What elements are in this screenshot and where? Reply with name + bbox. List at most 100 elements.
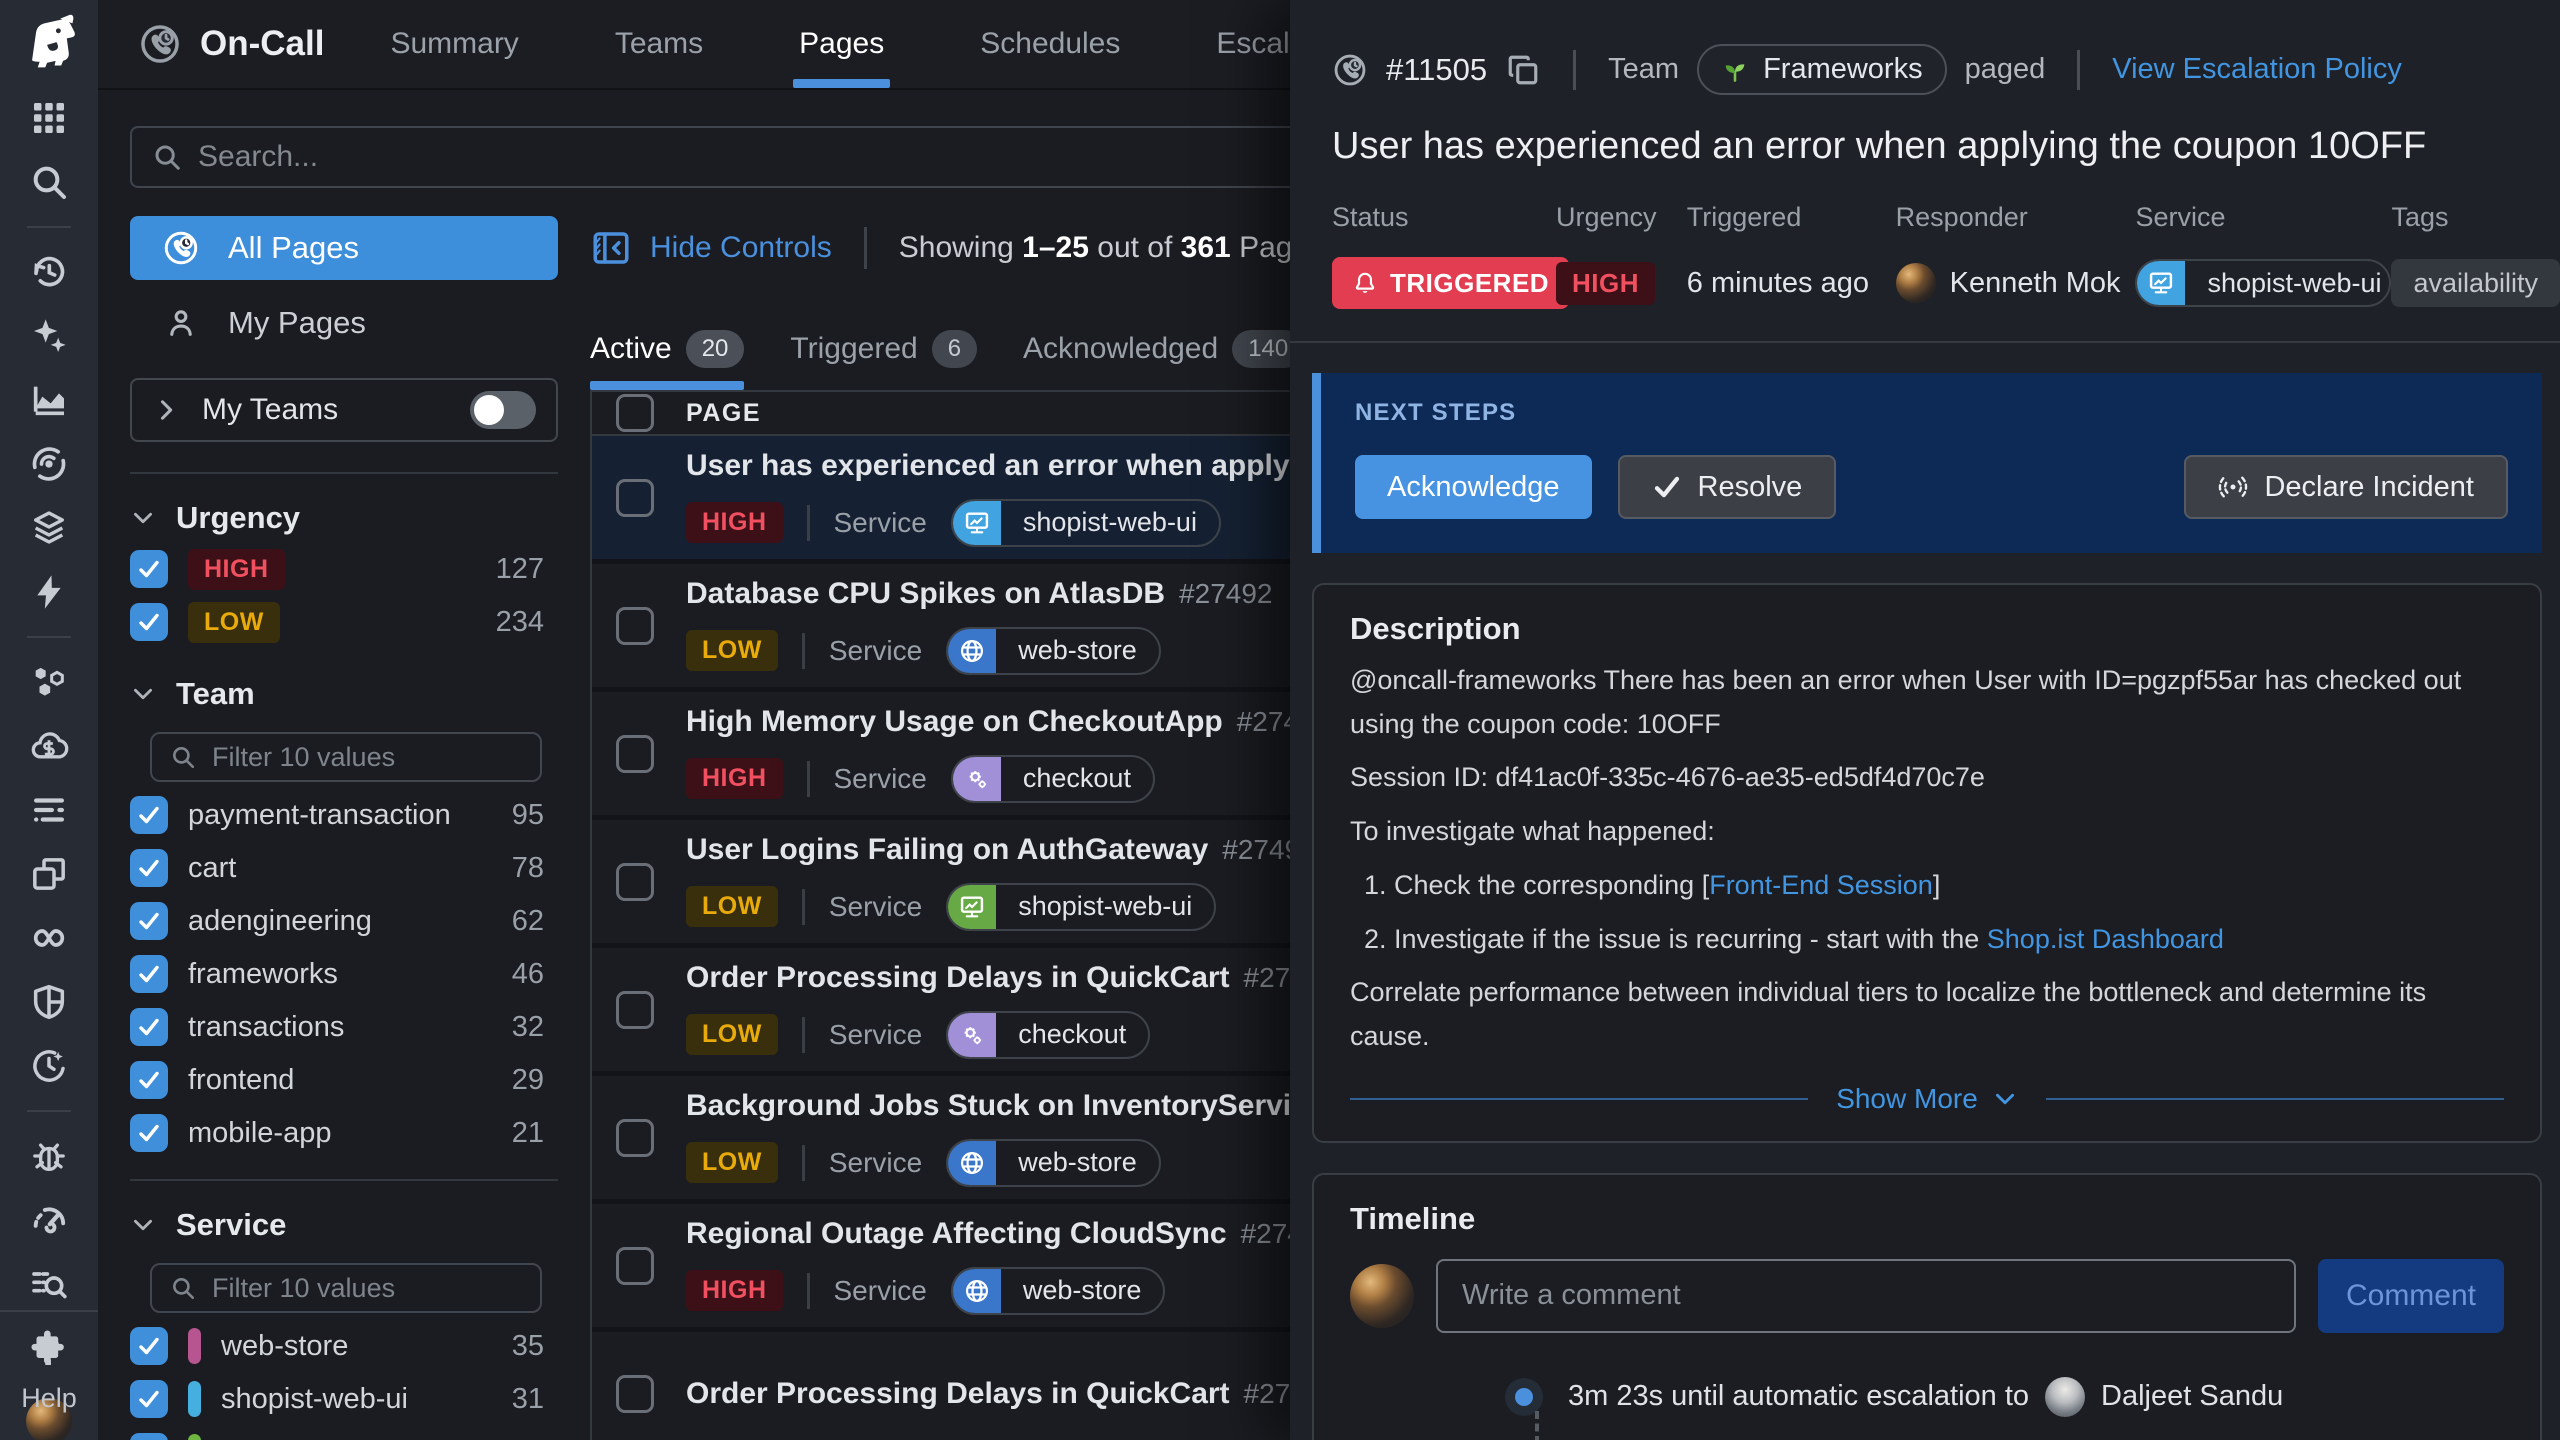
team-filter-input[interactable] bbox=[212, 742, 566, 773]
row-checkbox[interactable] bbox=[616, 735, 654, 773]
responder-avatar bbox=[1896, 263, 1936, 303]
team-checkbox[interactable] bbox=[130, 1061, 168, 1099]
oncall-product: On-Call bbox=[138, 22, 324, 66]
status-badge[interactable]: TRIGGERED bbox=[1332, 257, 1569, 309]
cloud-cost-icon[interactable] bbox=[29, 726, 69, 766]
all-pages-button[interactable]: All Pages bbox=[130, 216, 558, 280]
quick-actions-bolt-icon[interactable] bbox=[29, 572, 69, 612]
row-checkbox[interactable] bbox=[616, 1375, 654, 1413]
hide-controls-button[interactable]: Hide Controls bbox=[590, 227, 832, 269]
team-label: transactions bbox=[188, 1011, 344, 1044]
globe-icon bbox=[948, 627, 996, 675]
service-filter-item: shopist-web-ui31 bbox=[130, 1379, 558, 1419]
front-end-session-link[interactable]: Front-End Session bbox=[1709, 870, 1933, 900]
apps-grid-icon[interactable] bbox=[29, 98, 69, 138]
service-items: web-store35shopist-web-ui31 bbox=[130, 1326, 558, 1440]
datadog-logo-icon[interactable] bbox=[19, 12, 79, 74]
comment-input[interactable] bbox=[1462, 1279, 2270, 1312]
hide-controls-label: Hide Controls bbox=[650, 231, 832, 265]
my-teams-expander[interactable]: My Teams bbox=[130, 378, 558, 442]
service-chip[interactable]: web-store bbox=[946, 627, 1161, 675]
history-icon[interactable] bbox=[29, 252, 69, 292]
team-label: mobile-app bbox=[188, 1117, 331, 1150]
service-chip[interactable]: shopist-web-ui bbox=[951, 499, 1221, 547]
acknowledge-button[interactable]: Acknowledge bbox=[1355, 455, 1592, 519]
service-checkbox[interactable] bbox=[130, 1380, 168, 1418]
service-windows-icon[interactable] bbox=[29, 854, 69, 894]
row-checkbox[interactable] bbox=[616, 991, 654, 1029]
search-icon bbox=[170, 1275, 196, 1301]
service-chip[interactable]: checkout bbox=[951, 755, 1155, 803]
team-checkbox[interactable] bbox=[130, 1114, 168, 1152]
nav-tab-pages[interactable]: Pages bbox=[799, 0, 884, 88]
urgency-checkbox[interactable] bbox=[130, 550, 168, 588]
resolve-button[interactable]: Resolve bbox=[1618, 455, 1837, 519]
urgency-checkbox[interactable] bbox=[130, 603, 168, 641]
nav-tab-summary[interactable]: Summary bbox=[390, 0, 518, 88]
tab-acknowledged[interactable]: Acknowledged140 bbox=[1023, 330, 1304, 390]
page-row-main: Order Processing Delays in QuickCart#274… bbox=[686, 961, 1337, 1059]
my-pages-button[interactable]: My Pages bbox=[130, 294, 558, 352]
row-checkbox[interactable] bbox=[616, 1119, 654, 1157]
error-tracking-bug-icon[interactable] bbox=[29, 1136, 69, 1176]
service-chip[interactable]: web-store bbox=[946, 1139, 1161, 1187]
event-text: 3m 23s until automatic escalation toDalj… bbox=[1568, 1377, 2283, 1417]
row-checkbox[interactable] bbox=[616, 863, 654, 901]
service-chip[interactable]: checkout bbox=[946, 1011, 1150, 1059]
team-section-header[interactable]: Team bbox=[130, 676, 558, 712]
row-checkbox[interactable] bbox=[616, 1247, 654, 1285]
comment-input-wrap bbox=[1436, 1259, 2296, 1333]
metrics-chart-icon[interactable] bbox=[29, 380, 69, 420]
service-name: checkout bbox=[996, 1019, 1148, 1050]
tag-chip[interactable]: availability bbox=[2391, 259, 2560, 307]
apm-gauge-icon[interactable] bbox=[29, 1200, 69, 1240]
watchdog-eye-icon[interactable] bbox=[29, 444, 69, 484]
log-pipelines-icon[interactable] bbox=[29, 790, 69, 830]
show-more-button[interactable]: Show More bbox=[1836, 1083, 2018, 1115]
comment-button[interactable]: Comment bbox=[2318, 1259, 2504, 1333]
check-icon bbox=[1652, 472, 1682, 502]
row-checkbox[interactable] bbox=[616, 607, 654, 645]
nav-tab-teams[interactable]: Teams bbox=[615, 0, 703, 88]
service-section-header[interactable]: Service bbox=[130, 1207, 558, 1243]
oncall-page-icon bbox=[1332, 52, 1368, 88]
team-checkbox[interactable] bbox=[130, 796, 168, 834]
service-chip[interactable]: shopist-web-ui bbox=[2135, 259, 2391, 307]
team-filter-item: mobile-app21 bbox=[130, 1113, 558, 1153]
service-filter-input[interactable] bbox=[212, 1273, 566, 1304]
team-checkbox[interactable] bbox=[130, 955, 168, 993]
help-icon[interactable]: ? bbox=[37, 1330, 61, 1375]
declare-incident-button[interactable]: Declare Incident bbox=[2184, 455, 2508, 519]
tab-active[interactable]: Active20 bbox=[590, 330, 744, 390]
copy-id-icon[interactable] bbox=[1505, 52, 1541, 88]
nav-tab-schedules[interactable]: Schedules bbox=[980, 0, 1120, 88]
log-explorer-icon[interactable] bbox=[29, 1264, 69, 1304]
shopist-dashboard-link[interactable]: Shop.ist Dashboard bbox=[1987, 924, 2224, 954]
team-checkbox[interactable] bbox=[130, 1008, 168, 1046]
team-chip[interactable]: Frameworks bbox=[1697, 44, 1947, 95]
my-teams-toggle[interactable] bbox=[470, 391, 536, 429]
meta-responder: Responder Kenneth Mok bbox=[1896, 202, 2136, 309]
search-icon[interactable] bbox=[29, 162, 69, 202]
team-checkbox[interactable] bbox=[130, 902, 168, 940]
copilot-sparkles-icon[interactable] bbox=[29, 316, 69, 356]
select-all-checkbox[interactable] bbox=[616, 394, 654, 432]
service-checkbox[interactable] bbox=[130, 1433, 168, 1440]
view-escalation-policy-link[interactable]: View Escalation Policy bbox=[2112, 53, 2402, 86]
row-checkbox[interactable] bbox=[616, 479, 654, 517]
tab-triggered[interactable]: Triggered6 bbox=[790, 330, 977, 390]
service-checkbox[interactable] bbox=[130, 1327, 168, 1365]
slo-clock-icon[interactable] bbox=[29, 1046, 69, 1086]
urgency-section-header[interactable]: Urgency bbox=[130, 500, 558, 536]
help-label[interactable]: Help bbox=[21, 1383, 77, 1414]
infrastructure-hexagons-icon[interactable] bbox=[29, 662, 69, 702]
security-shield-icon[interactable] bbox=[29, 982, 69, 1022]
integrations-layers-icon[interactable] bbox=[29, 508, 69, 548]
investigate-line: To investigate what happened: bbox=[1350, 810, 2504, 854]
service-chip[interactable]: web-store bbox=[951, 1267, 1166, 1315]
team-checkbox[interactable] bbox=[130, 849, 168, 887]
service-chip[interactable]: shopist-web-ui bbox=[946, 883, 1216, 931]
check-icon bbox=[137, 962, 161, 986]
ci-pipelines-icon[interactable] bbox=[29, 918, 69, 958]
all-pages-label: All Pages bbox=[228, 230, 359, 266]
